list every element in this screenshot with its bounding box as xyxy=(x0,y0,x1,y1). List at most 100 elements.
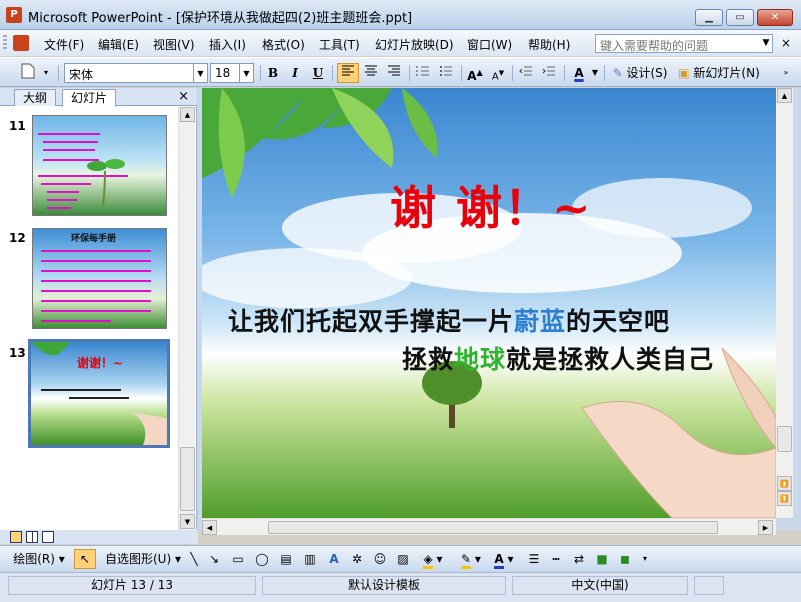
bold-button[interactable]: B xyxy=(264,63,282,83)
normal-view-icon[interactable] xyxy=(10,531,22,543)
align-left-button[interactable] xyxy=(337,63,359,83)
menu-file[interactable]: 文件(F) xyxy=(44,36,84,53)
document-icon[interactable] xyxy=(13,35,29,51)
italic-button[interactable]: I xyxy=(286,63,304,83)
menu-view[interactable]: 视图(V) xyxy=(153,36,195,53)
pane-close-button[interactable]: × xyxy=(178,89,189,104)
slide-horizontal-scrollbar[interactable]: ◀ ▶ xyxy=(202,518,776,535)
clipart-icon[interactable]: ☺ xyxy=(370,549,390,569)
bullet-list-icon[interactable] xyxy=(436,63,456,83)
font-color-dropdown-icon[interactable]: ▼ xyxy=(590,63,600,83)
draw-menu-button[interactable]: 绘图(R) ▾ xyxy=(6,549,72,569)
3d-style-icon[interactable]: ◼ xyxy=(615,549,635,569)
menu-edit[interactable]: 编辑(E) xyxy=(98,36,139,53)
line1-text-b: 的天空吧 xyxy=(566,307,671,336)
align-center-button[interactable] xyxy=(361,63,381,83)
menu-insert[interactable]: 插入(I) xyxy=(209,36,246,53)
pane-scrollbar[interactable]: ▲ ▼ xyxy=(178,107,195,530)
shadow-style-icon[interactable]: ■ xyxy=(592,549,612,569)
font-color-draw-button[interactable]: A ▾ xyxy=(490,549,518,569)
menu-window[interactable]: 窗口(W) xyxy=(467,36,512,53)
new-document-icon[interactable] xyxy=(18,63,38,83)
autoshapes-label: 自选图形(U) xyxy=(105,552,172,566)
help-search-input[interactable]: 键入需要帮助的问题 xyxy=(595,34,773,53)
menu-help[interactable]: 帮助(H) xyxy=(528,36,570,53)
slide-vertical-scrollbar[interactable]: ▲ ⏫ ⏬ xyxy=(776,88,793,518)
menu-grip-icon[interactable] xyxy=(3,35,7,51)
decrease-indent-icon[interactable] xyxy=(516,63,536,83)
tab-outline[interactable]: 大纲 xyxy=(14,89,57,106)
status-empty-cell xyxy=(694,576,724,595)
textbox-tool-icon[interactable]: ▤ xyxy=(276,549,296,569)
slide-thanks-title[interactable]: 谢 谢！~ xyxy=(390,172,593,238)
toolbar-overflow-icon[interactable]: » xyxy=(780,63,792,83)
select-objects-button[interactable]: ↖ xyxy=(74,549,96,569)
line-color-button[interactable]: ✎ ▾ xyxy=(456,549,486,569)
increase-indent-icon[interactable] xyxy=(539,63,559,83)
insert-picture-icon[interactable]: ▨ xyxy=(393,549,413,569)
scroll-up-icon[interactable]: ▲ xyxy=(777,88,792,103)
scroll-left-icon[interactable]: ◀ xyxy=(202,520,217,535)
diagram-icon[interactable]: ✲ xyxy=(347,549,367,569)
scroll-down-icon[interactable]: ▼ xyxy=(180,514,195,529)
font-name-combo[interactable]: 宋体 xyxy=(64,63,194,83)
previous-slide-icon[interactable]: ⏫ xyxy=(777,476,792,491)
horizontal-scroll-thumb[interactable] xyxy=(268,521,718,534)
arrow-tool-icon[interactable]: ↘ xyxy=(206,549,222,569)
underline-button[interactable]: U xyxy=(309,63,327,83)
slide-sorter-view-icon[interactable] xyxy=(26,531,38,543)
restore-button[interactable]: ▭ xyxy=(726,9,754,26)
line-tool-icon[interactable]: ╲ xyxy=(186,549,202,569)
scroll-thumb[interactable] xyxy=(180,447,195,511)
status-design-template[interactable]: 默认设计模板 xyxy=(262,576,506,595)
slideshow-view-icon[interactable] xyxy=(42,531,54,543)
align-right-icon xyxy=(388,65,400,76)
decrease-font-icon[interactable]: A▼ xyxy=(488,63,508,83)
wordart-icon[interactable]: A xyxy=(324,549,344,569)
design-icon: ✎ xyxy=(612,66,623,80)
minimize-icon: ▁ xyxy=(705,12,713,23)
slides-pane: 大纲 幻灯片 × 11 12 环保每手册 13 谢谢！~ ▲ ▼ xyxy=(0,88,197,530)
menu-slideshow[interactable]: 幻灯片放映(D) xyxy=(375,36,454,53)
line-style-icon[interactable]: ☰ xyxy=(524,549,544,569)
help-dropdown-icon[interactable]: ▼ xyxy=(759,34,773,53)
rectangle-tool-icon[interactable]: ▭ xyxy=(228,549,248,569)
powerpoint-app-icon[interactable]: P xyxy=(6,7,22,23)
font-name-dropdown-icon[interactable]: ▼ xyxy=(194,63,208,83)
slide-thumbnail-12[interactable]: 环保每手册 xyxy=(32,228,167,329)
font-color-button[interactable]: A xyxy=(568,63,590,83)
fill-color-button[interactable]: ◈ ▾ xyxy=(420,549,446,569)
new-slide-button[interactable]: ▣ 新幻灯片(N) xyxy=(674,63,764,83)
menu-format[interactable]: 格式(O) xyxy=(262,36,305,53)
scroll-right-icon[interactable]: ▶ xyxy=(758,520,773,535)
slide-message-line-2[interactable]: 拯救地球就是拯救人类自己 xyxy=(402,340,714,376)
status-slide-position: 幻灯片 13 / 13 xyxy=(8,576,256,595)
vertical-textbox-icon[interactable]: ▥ xyxy=(300,549,320,569)
autoshapes-button[interactable]: 自选图形(U) ▾ xyxy=(102,549,184,569)
tab-slides[interactable]: 幻灯片 xyxy=(62,89,117,107)
oval-tool-icon[interactable]: ◯ xyxy=(252,549,272,569)
slide-thumbnail-11[interactable] xyxy=(32,115,167,216)
scroll-up-icon[interactable]: ▲ xyxy=(180,107,195,122)
numbered-list-icon[interactable] xyxy=(413,63,433,83)
status-language: 中文(中国) xyxy=(512,576,688,595)
slide-thumbnail-13[interactable]: 谢谢！~ xyxy=(28,339,170,448)
current-slide[interactable]: 谢 谢！~ 让我们托起双手撑起一片蔚蓝的天空吧 拯救地球就是拯救人类自己 xyxy=(202,88,776,518)
close-window-button[interactable]: ✕ xyxy=(757,9,793,26)
menu-tools[interactable]: 工具(T) xyxy=(319,36,360,53)
menu-bar: 文件(F) 编辑(E) 视图(V) 插入(I) 格式(O) 工具(T) 幻灯片放… xyxy=(0,30,801,56)
font-size-dropdown-icon[interactable]: ▼ xyxy=(240,63,254,83)
close-document-button[interactable]: × xyxy=(781,36,791,50)
align-right-button[interactable] xyxy=(384,63,404,83)
minimize-button[interactable]: ▁ xyxy=(695,9,723,26)
scroll-thumb[interactable] xyxy=(777,426,792,452)
drawing-toolbar-options-icon[interactable]: ▾ xyxy=(640,549,650,569)
arrow-style-icon[interactable]: ⇄ xyxy=(569,549,589,569)
next-slide-icon[interactable]: ⏬ xyxy=(777,491,792,506)
design-button[interactable]: ✎ 设计(S) xyxy=(609,63,671,83)
dash-style-icon[interactable]: ┅ xyxy=(546,549,566,569)
font-size-combo[interactable]: 18 xyxy=(210,63,240,83)
toolbar-options-icon[interactable]: ▾ xyxy=(40,63,52,83)
slide-message-line-1[interactable]: 让我们托起双手撑起一片蔚蓝的天空吧 xyxy=(228,302,670,338)
increase-font-icon[interactable]: A▲ xyxy=(465,63,485,83)
